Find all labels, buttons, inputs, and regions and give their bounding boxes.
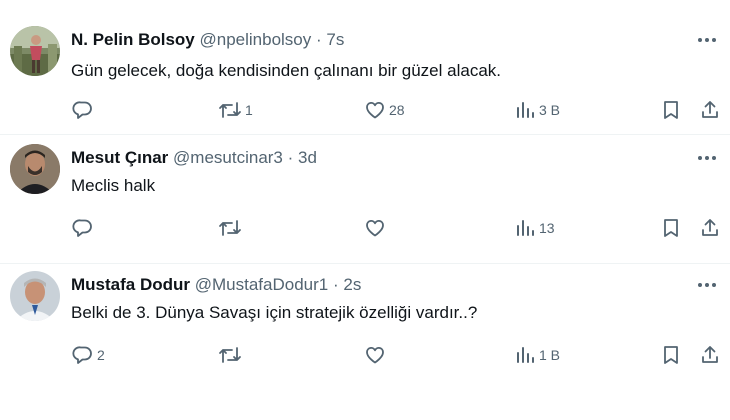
timestamp[interactable]: 7s — [326, 30, 344, 49]
avatar[interactable] — [10, 271, 60, 321]
bookmark-button[interactable] — [660, 98, 682, 122]
separator: · — [316, 30, 322, 49]
share-button[interactable] — [699, 216, 721, 240]
tweet[interactable]: N. Pelin Bolsoy @npelinbolsoy · 7s Gün g… — [0, 0, 730, 135]
bookmark-button[interactable] — [660, 343, 682, 367]
reply-count: 2 — [97, 347, 105, 363]
retweet-count: 1 — [245, 102, 253, 118]
author-handle[interactable]: @MustafaDodur1 — [195, 275, 329, 294]
more-options-icon[interactable] — [696, 147, 718, 169]
tweet-header: Mustafa Dodur @MustafaDodur1 · 2s — [71, 273, 670, 297]
retweet-button[interactable] — [218, 216, 245, 240]
share-icon — [702, 346, 718, 363]
like-count: 28 — [389, 102, 405, 118]
tweet-header: Mesut Çınar @mesutcinar3 · 3d — [71, 146, 670, 170]
reply-icon — [72, 101, 92, 119]
bookmark-icon — [664, 219, 678, 237]
heart-icon — [366, 101, 384, 119]
retweet-icon — [219, 347, 241, 363]
view-count: 3 B — [539, 102, 561, 118]
retweet-icon — [219, 102, 241, 118]
tweet-actions: 13 — [0, 216, 730, 240]
tweet-actions: 1 28 3 B — [0, 98, 730, 122]
avatar[interactable] — [10, 144, 60, 194]
reply-icon — [72, 346, 92, 364]
reply-icon — [72, 219, 92, 237]
avatar[interactable] — [10, 26, 60, 76]
view-count: 13 — [539, 220, 555, 236]
heart-icon — [366, 346, 384, 364]
share-icon — [702, 101, 718, 118]
tweet-text: Gün gelecek, doğa kendisinden çalınanı b… — [71, 61, 502, 80]
views-button[interactable]: 13 — [514, 216, 555, 240]
more-options-icon[interactable] — [696, 29, 718, 51]
like-button[interactable]: 28 — [364, 98, 405, 122]
like-button[interactable] — [364, 216, 389, 240]
share-button[interactable] — [699, 343, 721, 367]
author-name[interactable]: N. Pelin Bolsoy — [71, 30, 195, 49]
retweet-button[interactable] — [218, 343, 245, 367]
reply-button[interactable] — [72, 98, 97, 122]
views-button[interactable]: 1 B — [514, 343, 560, 367]
author-handle[interactable]: @npelinbolsoy — [199, 30, 311, 49]
more-options-icon[interactable] — [696, 274, 718, 296]
like-button[interactable] — [364, 343, 389, 367]
tweet-feed: N. Pelin Bolsoy @npelinbolsoy · 7s Gün g… — [0, 0, 730, 420]
views-button[interactable]: 3 B — [514, 98, 560, 122]
tweet-text: Meclis halk — [71, 176, 156, 195]
bookmark-button[interactable] — [660, 216, 682, 240]
author-name[interactable]: Mustafa Dodur — [71, 275, 190, 294]
share-icon — [702, 219, 718, 236]
tweet-actions: 2 1 B — [0, 343, 730, 367]
reply-button[interactable] — [72, 216, 97, 240]
views-chart-icon — [517, 347, 534, 363]
bookmark-icon — [664, 101, 678, 119]
timestamp[interactable]: 3d — [298, 148, 317, 167]
tweet-header: N. Pelin Bolsoy @npelinbolsoy · 7s — [71, 28, 670, 52]
separator: · — [332, 275, 339, 294]
author-name[interactable]: Mesut Çınar — [71, 148, 168, 167]
tweet[interactable]: Mustafa Dodur @MustafaDodur1 · 2s Belki … — [0, 263, 730, 420]
author-handle[interactable]: @mesutcinar3 — [173, 148, 283, 167]
view-count: 1 B — [539, 347, 561, 363]
reply-button[interactable]: 2 — [72, 343, 105, 367]
separator: · — [287, 148, 294, 167]
timestamp[interactable]: 2s — [343, 275, 361, 294]
share-button[interactable] — [699, 98, 721, 122]
retweet-icon — [219, 220, 241, 236]
heart-icon — [366, 219, 384, 237]
views-chart-icon — [517, 220, 534, 236]
bookmark-icon — [664, 346, 678, 364]
retweet-button[interactable]: 1 — [218, 98, 253, 122]
tweet[interactable]: Mesut Çınar @mesutcinar3 · 3d Meclis hal… — [0, 134, 730, 264]
views-chart-icon — [517, 102, 534, 118]
tweet-text: Belki de 3. Dünya Savaşı için stratejik … — [71, 303, 478, 322]
